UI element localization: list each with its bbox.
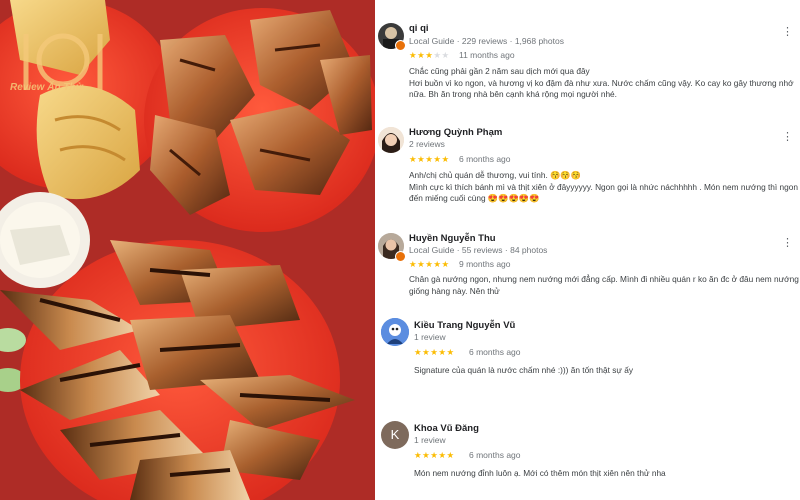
reviewer-name[interactable]: qi qi	[409, 23, 429, 34]
more-options-icon[interactable]: ⋮	[782, 132, 793, 143]
star-rating: ★★★★★	[414, 450, 455, 461]
review-time: 6 months ago	[459, 154, 511, 164]
star-filled-icon: ★	[441, 259, 450, 269]
reviews-panel[interactable]: qi qi Local Guide · 229 reviews · 1,968 …	[375, 0, 800, 500]
star-filled-icon: ★	[438, 347, 447, 357]
star-filled-icon: ★	[409, 154, 418, 164]
review-text: Anh/chị chủ quán dễ thương, vui tính. 😚😚…	[409, 170, 798, 203]
avatar[interactable]	[381, 318, 409, 346]
more-options-icon[interactable]: ⋮	[782, 27, 793, 38]
star-filled-icon: ★	[414, 347, 423, 357]
reviewer-meta: Local Guide · 229 reviews · 1,968 photos	[409, 36, 564, 46]
star-rating: ★★★★★	[414, 347, 455, 358]
star-filled-icon: ★	[409, 50, 418, 60]
reviewer-name[interactable]: Kiều Trang Nguyễn Vũ	[414, 320, 515, 331]
review-text: Món nem nướng đỉnh luôn ạ. Mới có thêm m…	[414, 468, 666, 478]
avatar[interactable]: K	[381, 421, 409, 449]
reviewer-meta: 2 reviews	[409, 139, 445, 149]
reviewer-meta: 1 review	[414, 332, 446, 342]
reviewer-name[interactable]: Huyền Nguyễn Thu	[409, 233, 496, 244]
star-empty-icon: ★	[441, 50, 450, 60]
food-photo: Review Ăn Thử	[0, 0, 375, 500]
star-rating: ★★★★★	[409, 259, 450, 270]
local-guide-badge-icon	[395, 40, 406, 51]
reviewer-meta: Local Guide · 55 reviews · 84 photos	[409, 245, 548, 255]
review-time: 11 months ago	[459, 50, 515, 60]
star-rating: ★★★★★	[409, 50, 450, 61]
avatar[interactable]	[378, 127, 404, 153]
reviewer-meta: 1 review	[414, 435, 446, 445]
review-text: Chắc cũng phải gần 2 năm sau dịch mới qu…	[409, 66, 794, 99]
review-time: 6 months ago	[469, 347, 521, 357]
reviewer-name[interactable]: Hương Quỳnh Phạm	[409, 127, 502, 138]
review-text: Signature của quán là nước chấm nhé :)))…	[414, 365, 634, 375]
star-empty-icon: ★	[433, 50, 442, 60]
local-guide-badge-icon	[395, 251, 406, 262]
watermark-text: Review Ăn Thử	[10, 82, 83, 93]
star-filled-icon: ★	[414, 450, 423, 460]
star-rating: ★★★★★	[409, 154, 450, 165]
star-filled-icon: ★	[409, 259, 418, 269]
star-filled-icon: ★	[433, 259, 442, 269]
star-filled-icon: ★	[446, 347, 455, 357]
review-time: 9 months ago	[459, 259, 511, 269]
star-filled-icon: ★	[446, 450, 455, 460]
reviewer-name[interactable]: Khoa Vũ Đăng	[414, 423, 479, 434]
more-options-icon[interactable]: ⋮	[782, 238, 793, 249]
star-filled-icon: ★	[438, 450, 447, 460]
review-text: Chân gà nướng ngon, nhưng nem nướng mới …	[409, 274, 799, 296]
star-filled-icon: ★	[441, 154, 450, 164]
star-filled-icon: ★	[433, 154, 442, 164]
review-time: 6 months ago	[469, 450, 521, 460]
